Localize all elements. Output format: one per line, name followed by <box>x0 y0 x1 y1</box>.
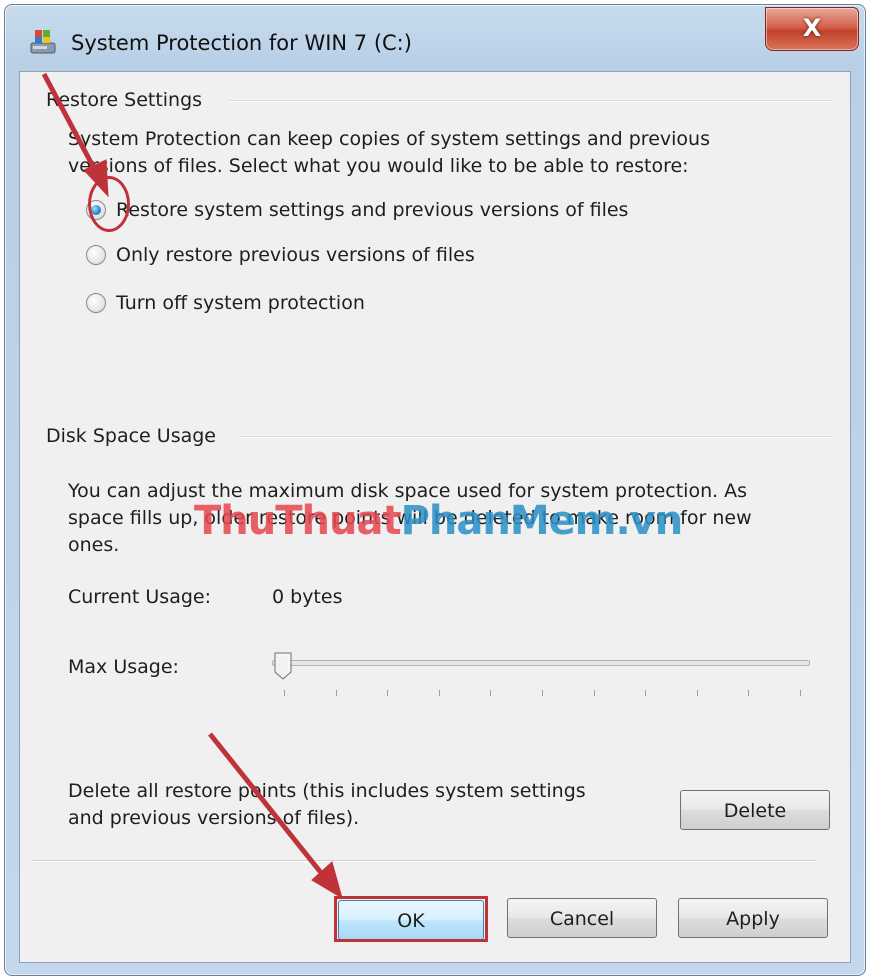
cancel-button[interactable]: Cancel <box>507 898 657 938</box>
radio-button[interactable] <box>86 293 106 313</box>
footer-separator <box>32 860 816 862</box>
watermark-part2: PhanMem.vn <box>400 498 684 544</box>
restore-description-line2: versions of files. Select what you would… <box>68 155 689 177</box>
slider-tick <box>490 690 492 696</box>
slider-tick <box>748 690 750 696</box>
disk-description-line3: ones. <box>68 534 120 556</box>
restore-description-line1: System Protection can keep copies of sys… <box>68 128 710 150</box>
close-button[interactable]: X <box>765 7 859 51</box>
max-usage-label: Max Usage: <box>68 656 179 678</box>
system-protection-icon <box>30 30 56 54</box>
radio-label: Turn off system protection <box>116 292 365 314</box>
watermark-logo: ThuThuatPhanMem.vn <box>194 498 684 544</box>
annotation-circle <box>88 176 130 232</box>
slider-tick <box>800 690 801 696</box>
slider-tick <box>542 690 543 696</box>
slider-tick <box>387 690 389 696</box>
slider-tick <box>696 690 698 696</box>
current-usage-value: 0 bytes <box>272 586 343 608</box>
radio-label: Restore system settings and previous ver… <box>116 199 629 221</box>
delete-description-line2: and previous versions of files). <box>68 807 360 829</box>
radio-only-previous-versions[interactable]: Only restore previous versions of files <box>86 240 475 270</box>
apply-button[interactable]: Apply <box>678 898 828 938</box>
close-icon: X <box>802 14 822 42</box>
slider-tick <box>438 690 440 696</box>
radio-label: Only restore previous versions of files <box>116 244 475 266</box>
slider-tick <box>284 690 285 696</box>
max-usage-slider-track[interactable] <box>272 660 810 666</box>
restore-settings-heading: Restore Settings <box>46 89 213 111</box>
disk-space-divider <box>240 436 832 438</box>
restore-settings-divider <box>228 100 832 102</box>
annotation-rectangle <box>334 896 488 942</box>
slider-tick <box>335 690 337 696</box>
disk-space-heading: Disk Space Usage <box>46 425 226 447</box>
window-title: System Protection for WIN 7 (C:) <box>71 31 412 55</box>
title-bar[interactable]: System Protection for WIN 7 (C:) X <box>5 5 865 71</box>
radio-turn-off-protection[interactable]: Turn off system protection <box>86 288 365 318</box>
delete-button[interactable]: Delete <box>680 790 830 830</box>
max-usage-slider-thumb[interactable] <box>274 652 292 680</box>
delete-description-line1: Delete all restore points (this includes… <box>68 780 586 802</box>
slider-tick <box>645 690 647 696</box>
radio-button[interactable] <box>86 245 106 265</box>
slider-tick <box>593 690 595 696</box>
current-usage-label: Current Usage: <box>68 586 212 608</box>
radio-restore-system-and-files[interactable]: Restore system settings and previous ver… <box>86 195 628 225</box>
watermark-part1: ThuThuat <box>194 498 402 544</box>
